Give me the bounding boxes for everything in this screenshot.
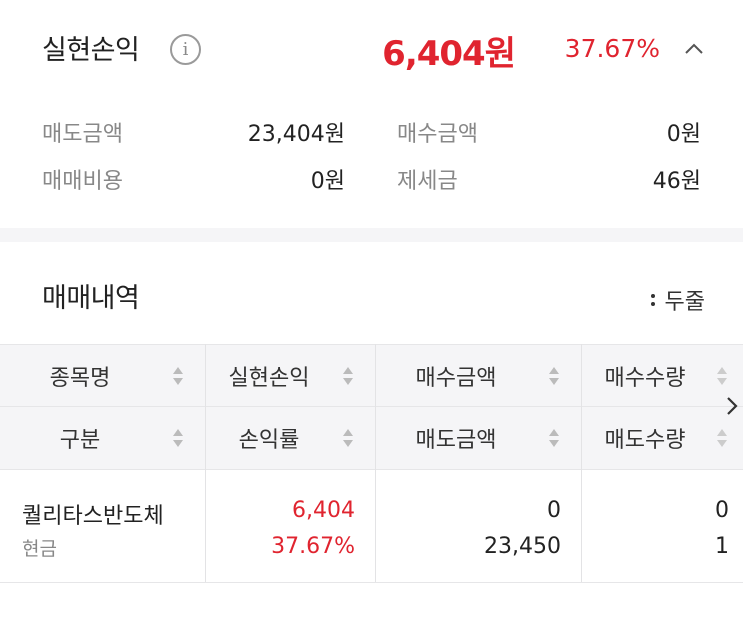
sort-icon[interactable] <box>342 365 354 387</box>
header-profit-rate[interactable]: 손익률 <box>206 407 332 469</box>
sort-icon[interactable] <box>172 365 184 387</box>
sort-icon[interactable] <box>716 427 728 449</box>
chevron-right-icon[interactable] <box>724 394 740 418</box>
header-type[interactable]: 구분 <box>0 407 160 469</box>
header-realized-profit[interactable]: 실현손익 <box>206 345 332 406</box>
summary-title: 실현손익 <box>42 35 140 66</box>
more-dots-icon <box>650 291 655 309</box>
row-sell-amount: 23,450 <box>484 534 561 559</box>
table-row[interactable]: 퀄리타스반도체 현금 6,404 37.67% 0 23,450 0 1 <box>0 470 743 583</box>
trade-type: 현금 <box>22 538 57 560</box>
buy-amount-label: 매수금액 <box>397 122 478 147</box>
two-line-toggle-label: 두줄 <box>664 290 705 315</box>
realized-profit-summary: 실현손익 i 6,404원 37.67% 매도금액 23,404원 매수금액 0… <box>0 0 743 228</box>
chevron-up-icon[interactable] <box>683 38 705 60</box>
trade-cost-value: 0원 <box>310 169 345 194</box>
sort-icon[interactable] <box>172 427 184 449</box>
buy-amount-value: 0원 <box>666 122 701 147</box>
section-divider <box>0 228 743 242</box>
header-row-1: 종목명 실현손익 매수금액 매수수량 <box>0 345 743 407</box>
trade-history-title: 매매내역 <box>42 283 140 314</box>
header-row-2: 구분 손익률 매도금액 매도수량 <box>0 407 743 470</box>
header-sell-amount[interactable]: 매도금액 <box>376 407 536 469</box>
row-profit-rate: 37.67% <box>271 534 355 559</box>
header-buy-qty[interactable]: 매수수량 <box>582 345 708 406</box>
table-header: 종목명 실현손익 매수금액 매수수량 구분 손익률 매도금액 매도수량 <box>0 344 743 470</box>
header-buy-amount[interactable]: 매수금액 <box>376 345 536 406</box>
trade-cost-label: 매매비용 <box>42 169 123 194</box>
row-buy-qty: 0 <box>715 498 729 523</box>
two-line-toggle[interactable]: 두줄 <box>650 284 705 316</box>
stock-name[interactable]: 퀄리타스반도체 <box>22 498 164 530</box>
sort-icon[interactable] <box>548 365 560 387</box>
tax-value: 46원 <box>652 169 701 194</box>
info-icon[interactable]: i <box>170 34 201 65</box>
sort-icon[interactable] <box>716 365 728 387</box>
sell-amount-value: 23,404원 <box>247 122 345 147</box>
header-stock-name[interactable]: 종목명 <box>0 345 160 406</box>
sort-icon[interactable] <box>342 427 354 449</box>
sort-icon[interactable] <box>548 427 560 449</box>
header-sell-qty[interactable]: 매도수량 <box>582 407 708 469</box>
row-sell-qty: 1 <box>715 534 729 559</box>
tax-label: 제세금 <box>397 169 458 194</box>
total-profit-amount: 6,404원 <box>382 34 516 74</box>
row-realized-profit: 6,404 <box>292 498 355 523</box>
sell-amount-label: 매도금액 <box>42 122 123 147</box>
row-buy-amount: 0 <box>547 498 561 523</box>
total-profit-rate: 37.67% <box>564 34 660 63</box>
